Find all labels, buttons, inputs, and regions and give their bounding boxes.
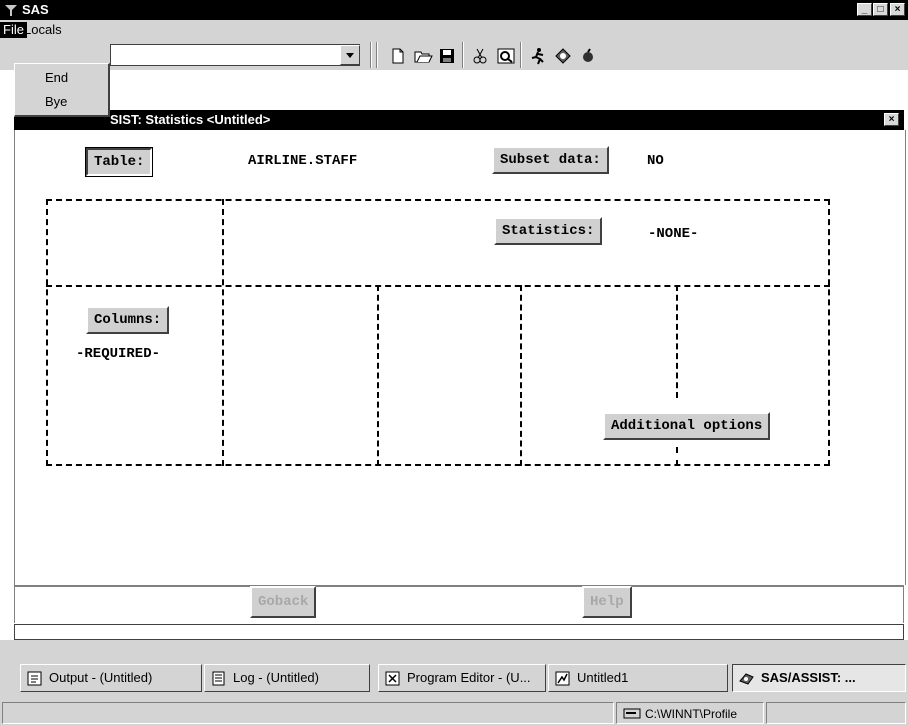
status-message <box>2 702 614 724</box>
task-program-editor[interactable]: Program Editor - (U... <box>378 664 546 692</box>
columns-button[interactable]: Columns: <box>86 306 170 334</box>
save-icon[interactable] <box>437 46 457 66</box>
file-menu-bye[interactable]: Bye <box>45 94 67 109</box>
task-output[interactable]: Output - (Untitled) <box>20 664 202 692</box>
help-button[interactable]: Help <box>582 586 632 618</box>
grid-line <box>46 285 830 287</box>
task-untitled1[interactable]: Untitled1 <box>548 664 728 692</box>
assist-icon <box>739 673 754 685</box>
grid-line <box>46 199 830 201</box>
graph-icon <box>555 671 570 686</box>
toolbar-separator <box>520 42 522 68</box>
task-log-label: Log - (Untitled) <box>233 670 319 685</box>
drive-icon <box>623 708 641 719</box>
program-editor-icon <box>385 671 400 686</box>
assist-window-title: SIST: Statistics <Untitled> <box>110 112 271 127</box>
subset-data-value: NO <box>647 153 664 169</box>
task-sas-assist-label: SAS/ASSIST: ... <box>761 670 856 685</box>
assist-window-titlebar: SIST: Statistics <Untitled> × <box>14 110 904 130</box>
menu-locals[interactable]: Locals <box>21 22 65 38</box>
find-icon[interactable] <box>496 46 516 66</box>
chevron-down-icon <box>346 53 354 58</box>
run-icon[interactable] <box>528 46 548 66</box>
output-icon <box>27 671 42 686</box>
fruit-icon[interactable] <box>578 46 598 66</box>
maximize-button[interactable]: □ <box>873 3 888 16</box>
grid-line <box>676 285 678 398</box>
grid-line <box>520 285 522 466</box>
status-path: C:\WINNT\Profile <box>616 702 764 724</box>
message-line <box>14 624 904 640</box>
status-extra <box>766 702 906 724</box>
toolbar-separator <box>462 42 464 68</box>
toolbar-separator <box>370 42 372 68</box>
file-menu-dropdown: End Bye <box>14 63 110 117</box>
additional-options-button[interactable]: Additional options <box>603 412 771 440</box>
command-dropdown-button[interactable] <box>340 45 360 65</box>
table-button[interactable]: Table: <box>86 148 153 176</box>
task-sas-assist[interactable]: SAS/ASSIST: ... <box>732 664 906 692</box>
grid-line <box>46 464 830 466</box>
button-row <box>14 585 904 623</box>
statistics-button[interactable]: Statistics: <box>494 217 603 245</box>
close-button[interactable]: × <box>890 3 905 16</box>
task-output-label: Output - (Untitled) <box>49 670 153 685</box>
cut-icon[interactable] <box>470 46 490 66</box>
window-title: SAS <box>22 2 49 17</box>
toolbar-separator <box>376 42 378 68</box>
columns-value: -REQUIRED- <box>76 346 161 362</box>
task-log[interactable]: Log - (Untitled) <box>204 664 370 692</box>
assist-close-button[interactable]: × <box>884 113 899 126</box>
task-program-editor-label: Program Editor - (U... <box>407 670 531 685</box>
grid-line <box>222 199 224 466</box>
grid-line <box>828 199 830 466</box>
library-icon[interactable] <box>553 46 573 66</box>
grid-line <box>46 199 48 466</box>
window-frame <box>0 640 908 654</box>
open-folder-icon[interactable] <box>413 46 433 66</box>
grid-line <box>377 285 379 466</box>
statistics-value: -NONE- <box>648 226 699 242</box>
menu-bar: File Locals <box>0 20 908 40</box>
task-untitled1-label: Untitled1 <box>577 670 629 685</box>
status-path-text: C:\WINNT\Profile <box>645 707 738 721</box>
grid-line <box>676 447 678 466</box>
minimize-button[interactable]: _ <box>857 3 872 16</box>
sas-app-icon <box>5 5 17 16</box>
subset-data-button[interactable]: Subset data: <box>492 146 609 174</box>
log-icon <box>212 671 225 686</box>
goback-button[interactable]: Goback <box>250 586 317 618</box>
table-value: AIRLINE.STAFF <box>248 153 358 169</box>
command-box[interactable] <box>110 44 360 66</box>
file-menu-end[interactable]: End <box>45 70 68 85</box>
new-document-icon[interactable] <box>388 46 408 66</box>
title-bar: SAS _ □ × <box>0 0 908 20</box>
